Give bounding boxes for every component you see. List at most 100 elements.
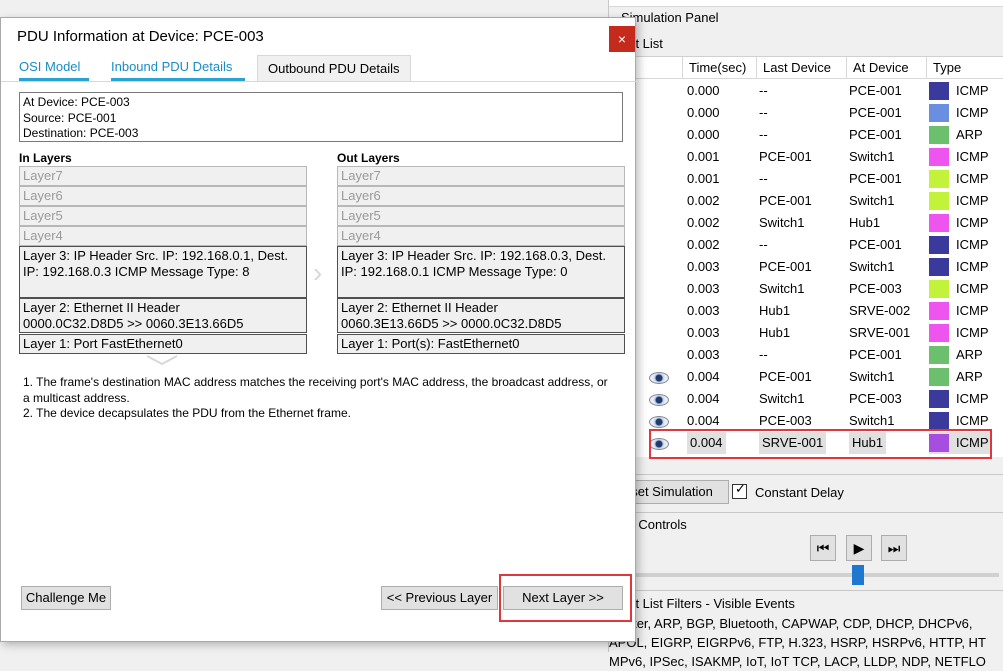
- visible-events-line: APOL, EIGRP, EIGRPv6, FTP, H.323, HSRP, …: [609, 635, 986, 650]
- event-last-device: PCE-001: [759, 259, 812, 274]
- event-type: ICMP: [929, 256, 991, 278]
- event-type-label: ARP: [956, 347, 983, 362]
- column-header-time[interactable]: Time(sec): [683, 57, 757, 79]
- event-row[interactable]: 0.000 -- PCE-001 ICMP: [619, 80, 1003, 102]
- in-layer-6[interactable]: Layer6: [19, 186, 307, 206]
- event-time: 0.002: [687, 215, 720, 230]
- event-last-device: Switch1: [759, 215, 805, 230]
- event-at-device: Switch1: [849, 369, 895, 384]
- event-time: 0.003: [687, 325, 720, 340]
- in-layer-7[interactable]: Layer7: [19, 166, 307, 186]
- dialog-title: PDU Information at Device: PCE-003: [17, 28, 264, 45]
- type-color-swatch: [929, 82, 949, 100]
- event-row[interactable]: 0.002 PCE-001 Switch1 ICMP: [619, 190, 1003, 212]
- in-layer-2[interactable]: Layer 2: Ethernet II Header 0000.0C32.D8…: [19, 298, 307, 333]
- out-layer-5[interactable]: Layer5: [337, 206, 625, 226]
- back-button[interactable]: ⏮: [810, 535, 836, 561]
- event-type: ICMP: [929, 168, 991, 190]
- speed-slider-track[interactable]: [629, 573, 999, 577]
- event-type: ICMP: [929, 212, 991, 234]
- event-time: 0.003: [687, 303, 720, 318]
- event-last-device: --: [759, 237, 768, 252]
- divider: [609, 590, 1003, 591]
- column-header-at-device[interactable]: At Device: [847, 57, 927, 79]
- eye-icon[interactable]: [649, 394, 669, 406]
- event-last-device: --: [759, 83, 768, 98]
- speed-slider-thumb[interactable]: [852, 565, 864, 585]
- challenge-me-button[interactable]: Challenge Me: [21, 586, 111, 610]
- column-header-type[interactable]: Type: [927, 57, 1003, 79]
- in-layer-5[interactable]: Layer5: [19, 206, 307, 226]
- event-row[interactable]: 0.003 -- PCE-001 ARP: [619, 344, 1003, 366]
- event-last-device: PCE-001: [759, 369, 812, 384]
- event-type-label: ICMP: [956, 193, 989, 208]
- event-row[interactable]: 0.004 PCE-001 Switch1 ARP: [619, 366, 1003, 388]
- in-layer-4[interactable]: Layer4: [19, 226, 307, 246]
- event-type-label: ICMP: [956, 83, 989, 98]
- previous-layer-button[interactable]: << Previous Layer: [381, 586, 498, 610]
- close-button[interactable]: ×: [609, 26, 635, 52]
- play-button[interactable]: ▶: [846, 535, 872, 561]
- event-type-label: ICMP: [956, 149, 989, 164]
- event-row[interactable]: 0.004 Switch1 PCE-003 ICMP: [619, 388, 1003, 410]
- event-last-device: Hub1: [759, 303, 791, 318]
- simulation-panel: Simulation Panel ent List s. Time(sec) L…: [608, 0, 1003, 669]
- out-layer-1[interactable]: Layer 1: Port(s): FastEthernet0: [337, 334, 625, 354]
- tab-outbound-pdu-details[interactable]: Outbound PDU Details: [257, 55, 411, 82]
- event-type-label: ICMP: [956, 105, 989, 120]
- type-color-swatch: [929, 192, 949, 210]
- event-last-device: Hub1: [759, 325, 791, 340]
- column-header-last-device[interactable]: Last Device: [757, 57, 847, 79]
- event-row[interactable]: 0.002 -- PCE-001 ICMP: [619, 234, 1003, 256]
- forward-icon: ⏭: [887, 540, 901, 556]
- event-list-filters-label: ent List Filters - Visible Events: [621, 596, 795, 611]
- type-color-swatch: [929, 390, 949, 408]
- event-time: 0.003: [687, 281, 720, 296]
- event-row[interactable]: 0.003 Hub1 SRVE-002 ICMP: [619, 300, 1003, 322]
- eye-icon[interactable]: [649, 416, 669, 428]
- event-time: 0.000: [687, 83, 720, 98]
- out-layer-4[interactable]: Layer4: [337, 226, 625, 246]
- destination-text: Destination: PCE-003: [23, 126, 139, 140]
- event-type-label: ARP: [956, 127, 983, 142]
- event-type-label: ARP: [956, 369, 983, 384]
- in-layer-1[interactable]: Layer 1: Port FastEthernet0: [19, 334, 307, 354]
- event-type: ICMP: [929, 146, 991, 168]
- selected-event-highlight: [649, 429, 992, 459]
- eye-icon[interactable]: [649, 372, 669, 384]
- type-color-swatch: [929, 412, 949, 430]
- event-at-device: PCE-001: [849, 171, 902, 186]
- event-row[interactable]: 0.003 PCE-001 Switch1 ICMP: [619, 256, 1003, 278]
- event-type: ARP: [929, 344, 991, 366]
- event-type: ICMP: [929, 80, 991, 102]
- event-time: 0.002: [687, 193, 720, 208]
- event-type: ICMP: [929, 102, 991, 124]
- event-last-device: PCE-001: [759, 149, 812, 164]
- out-layer-7[interactable]: Layer7: [337, 166, 625, 186]
- tab-osi-model[interactable]: OSI Model: [19, 56, 89, 81]
- in-layers-heading: In Layers: [19, 151, 72, 165]
- event-type-label: ICMP: [956, 215, 989, 230]
- event-row[interactable]: 0.001 PCE-001 Switch1 ICMP: [619, 146, 1003, 168]
- out-layer-3[interactable]: Layer 3: IP Header Src. IP: 192.168.0.3,…: [337, 246, 625, 298]
- event-row[interactable]: 0.003 Hub1 SRVE-001 ICMP: [619, 322, 1003, 344]
- event-time: 0.001: [687, 149, 720, 164]
- event-list-table[interactable]: s. Time(sec) Last Device At Device Type …: [619, 56, 1003, 457]
- event-at-device: PCE-001: [849, 105, 902, 120]
- in-layer-3[interactable]: Layer 3: IP Header Src. IP: 192.168.0.1,…: [19, 246, 307, 298]
- event-row[interactable]: 0.002 Switch1 Hub1 ICMP: [619, 212, 1003, 234]
- event-row[interactable]: 0.001 -- PCE-001 ICMP: [619, 168, 1003, 190]
- visible-events-list[interactable]: L Filter, ARP, BGP, Bluetooth, CAPWAP, C…: [609, 614, 1003, 671]
- out-layer-2[interactable]: Layer 2: Ethernet II Header 0060.3E13.66…: [337, 298, 625, 333]
- type-color-swatch: [929, 346, 949, 364]
- forward-button[interactable]: ⏭: [881, 535, 907, 561]
- at-device-text: At Device: PCE-003: [23, 95, 130, 109]
- event-time: 0.003: [687, 347, 720, 362]
- tab-inbound-pdu-details[interactable]: Inbound PDU Details: [111, 56, 245, 81]
- right-arrow-icon: ›: [313, 257, 323, 288]
- event-row[interactable]: 0.000 -- PCE-001 ICMP: [619, 102, 1003, 124]
- event-row[interactable]: 0.000 -- PCE-001 ARP: [619, 124, 1003, 146]
- out-layer-6[interactable]: Layer6: [337, 186, 625, 206]
- event-time: 0.000: [687, 105, 720, 120]
- event-row[interactable]: 0.003 Switch1 PCE-003 ICMP: [619, 278, 1003, 300]
